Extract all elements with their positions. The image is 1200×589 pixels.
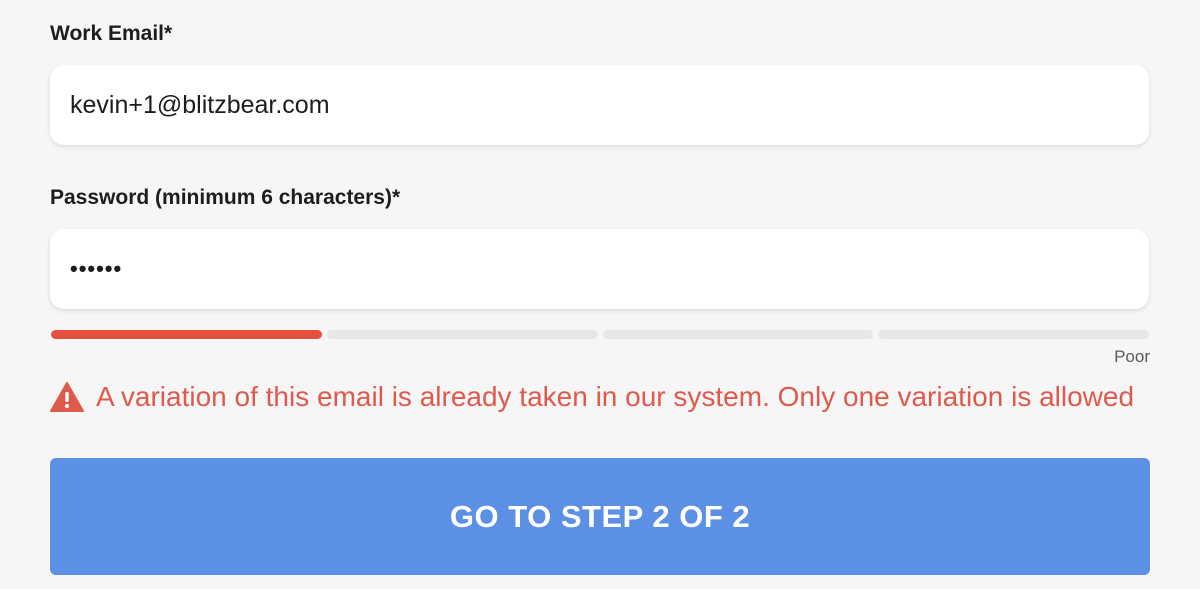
- go-to-step-2-button[interactable]: GO TO STEP 2 OF 2: [50, 458, 1150, 575]
- strength-segment-3: [602, 330, 874, 339]
- password-strength-meter: [51, 330, 1149, 339]
- error-text: A variation of this email is already tak…: [96, 381, 1135, 412]
- email-label: Work Email*: [50, 22, 173, 45]
- email-value: kevin+1@blitzbear.com: [70, 90, 330, 119]
- strength-segment-4: [878, 330, 1149, 339]
- password-value: ••••••: [70, 256, 123, 281]
- password-strength-label: Poor: [1114, 347, 1150, 366]
- password-field[interactable]: ••••••: [50, 229, 1149, 309]
- signup-form: Work Email* kevin+1@blitzbear.com Passwo…: [0, 0, 1200, 589]
- strength-segment-1: [51, 330, 322, 339]
- password-label: Password (minimum 6 characters)*: [50, 186, 401, 209]
- email-field[interactable]: kevin+1@blitzbear.com: [50, 65, 1149, 145]
- strength-segment-2: [326, 330, 598, 339]
- warning-triangle-icon: [50, 382, 84, 412]
- email-error-message: A variation of this email is already tak…: [50, 381, 1134, 413]
